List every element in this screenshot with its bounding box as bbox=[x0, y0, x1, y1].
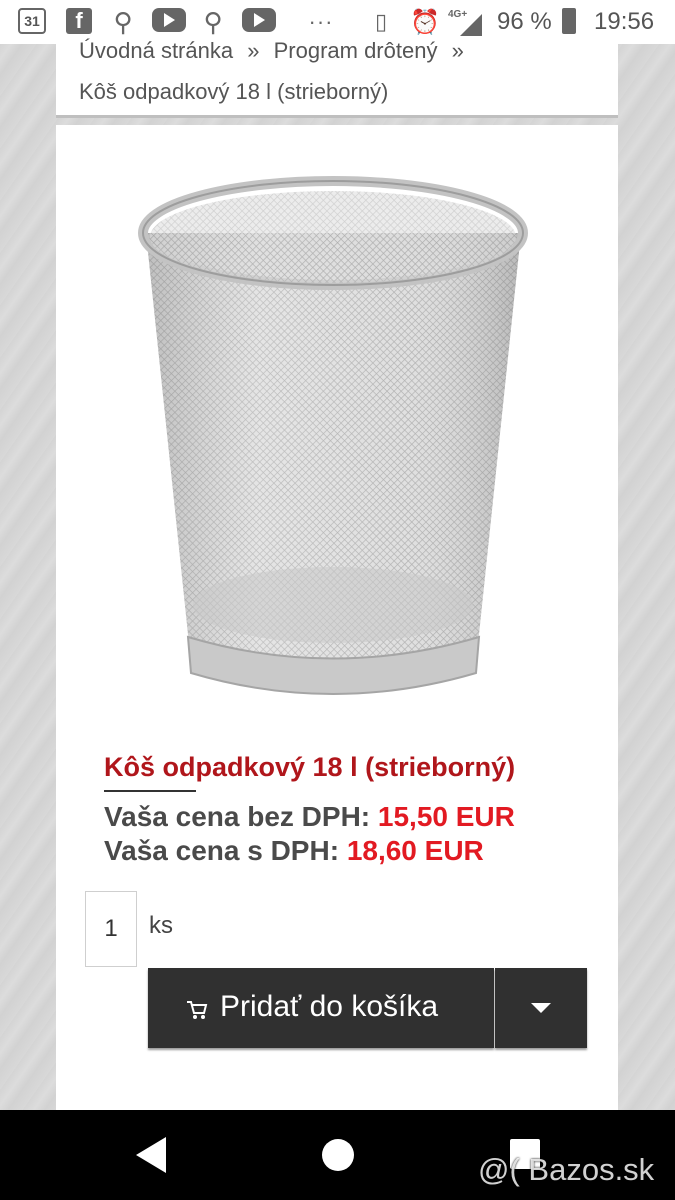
youtube-icon bbox=[152, 8, 186, 32]
add-to-cart-button[interactable]: Pridať do košíka bbox=[148, 968, 494, 1048]
chevron-down-icon bbox=[531, 1003, 551, 1013]
back-icon[interactable] bbox=[136, 1137, 166, 1173]
battery-icon bbox=[562, 8, 576, 34]
quantity-unit: ks bbox=[149, 912, 173, 939]
alarm-icon: ⏰ bbox=[410, 8, 440, 36]
breadcrumb-separator: » bbox=[451, 38, 464, 63]
price-without-vat-value: 15,50 EUR bbox=[377, 801, 515, 832]
breadcrumb-separator: » bbox=[247, 38, 260, 63]
signal-icon: 4G+ bbox=[448, 8, 484, 36]
breadcrumb: Úvodná stránka » Program drôtený » Kôš o… bbox=[56, 38, 618, 115]
cart-options-dropdown[interactable] bbox=[495, 968, 587, 1048]
price-with-vat-value: 18,60 EUR bbox=[346, 835, 484, 866]
price-with-vat-label: Vaša cena s DPH: bbox=[104, 835, 340, 866]
home-icon[interactable] bbox=[322, 1139, 354, 1171]
price-with-vat: Vaša cena s DPH: 18,60 EUR bbox=[104, 835, 484, 867]
breadcrumb-line: Úvodná stránka » Program drôtený » bbox=[79, 38, 472, 64]
cart-icon bbox=[187, 1001, 208, 1019]
quantity-input[interactable]: 1 bbox=[85, 891, 137, 967]
youtube-icon bbox=[242, 8, 276, 32]
location-icon: ⚲ bbox=[203, 6, 223, 37]
location-icon: ⚲ bbox=[113, 6, 133, 37]
battery-percent: 96 % bbox=[497, 8, 552, 35]
clock: 19:56 bbox=[594, 8, 655, 35]
breadcrumb-category-link[interactable]: Program drôtený bbox=[274, 38, 438, 63]
network-type-label: 4G+ bbox=[448, 9, 467, 20]
product-title: Kôš odpadkový 18 l (strieborný) bbox=[104, 752, 516, 782]
facebook-icon: f bbox=[66, 8, 92, 34]
product-card: Kôš odpadkový 18 l (strieborný) Vaša cen… bbox=[56, 125, 618, 1110]
vibrate-icon: ▯ bbox=[374, 9, 388, 34]
price-without-vat: Vaša cena bez DPH: 15,50 EUR bbox=[104, 801, 515, 833]
title-divider bbox=[104, 790, 196, 792]
watermark: @( Bazos.sk bbox=[478, 1152, 655, 1187]
more-icon: ··· bbox=[308, 9, 334, 34]
breadcrumb-current: Kôš odpadkový 18 l (strieborný) bbox=[79, 79, 389, 104]
product-image[interactable] bbox=[136, 175, 531, 705]
price-without-vat-label: Vaša cena bez DPH: bbox=[104, 801, 371, 832]
calendar-icon: 31 bbox=[18, 8, 46, 34]
breadcrumb-home-link[interactable]: Úvodná stránka bbox=[79, 38, 233, 63]
add-to-cart-label: Pridať do košíka bbox=[220, 990, 439, 1023]
